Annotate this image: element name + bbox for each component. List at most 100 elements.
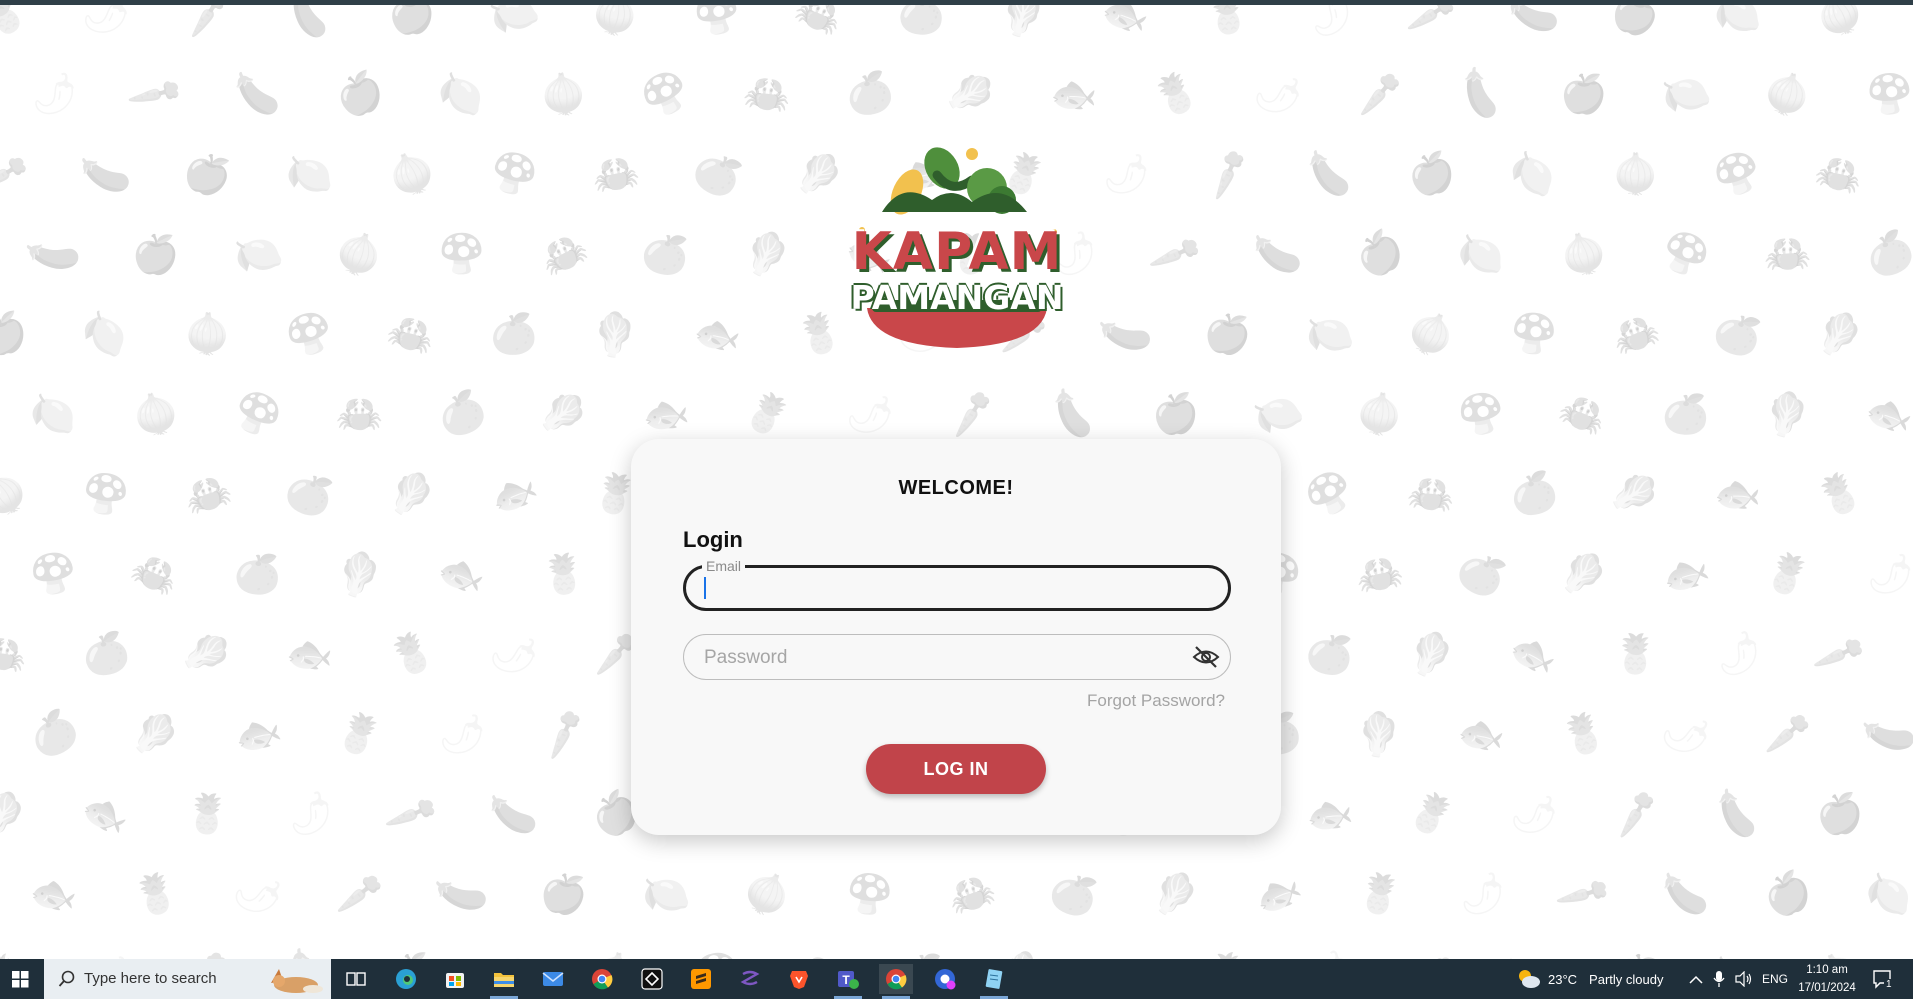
vegetable-doodle-icon: 🍎 — [1403, 147, 1460, 201]
vegetable-doodle-icon: 🍊 — [488, 310, 540, 358]
vegetable-doodle-icon: 🍋 — [482, 5, 545, 44]
chrome-icon[interactable] — [585, 964, 619, 994]
teams-icon[interactable]: T — [831, 964, 865, 999]
vegetable-doodle-icon: 🥬 — [129, 709, 182, 759]
vegetable-doodle-icon: 🍎 — [1199, 306, 1256, 362]
vegetable-doodle-icon: 🍎 — [177, 144, 239, 204]
task-view-icon[interactable] — [339, 964, 373, 994]
vegetable-doodle-icon: 🍊 — [1859, 224, 1913, 284]
microsoft-store-icon[interactable] — [438, 964, 472, 994]
vegetable-doodle-icon: 🍄 — [79, 469, 132, 519]
vegetable-doodle-icon: 🍆 — [1450, 63, 1513, 125]
vegetable-doodle-icon: 🍆 — [22, 223, 86, 285]
vegetable-doodle-icon: 🦀 — [1810, 146, 1869, 202]
vegetable-doodle-icon: 🧅 — [1809, 5, 1871, 44]
taskbar-clock[interactable]: 1:10 am 17/01/2024 — [1796, 961, 1858, 997]
vegetable-doodle-icon: 🍎 — [1757, 864, 1818, 924]
vegetable-doodle-icon: 🍄 — [1655, 224, 1716, 284]
password-field[interactable] — [683, 634, 1231, 681]
vegetable-doodle-icon: 🌶 — [1453, 867, 1511, 921]
vegetable-doodle-icon: 🥬 — [1403, 627, 1460, 681]
vegetable-doodle-icon: 🍋 — [1656, 65, 1715, 123]
vegetable-doodle-icon: 🌶 — [1655, 704, 1717, 764]
vegetable-doodle-icon: 🐟 — [285, 631, 334, 677]
vegetable-doodle-icon: 🥕 — [0, 148, 31, 200]
login-card: WELCOME! Login Email Forgot Password? LO… — [631, 439, 1281, 835]
vegetable-doodle-icon: 🍄 — [634, 63, 697, 125]
vegetable-doodle-icon: 🧅 — [127, 387, 184, 441]
language-indicator[interactable]: ENG — [1762, 959, 1788, 999]
vegetable-doodle-icon: 🥕 — [1606, 785, 1665, 843]
notepad-icon[interactable] — [977, 964, 1011, 999]
vegetable-doodle-icon: 🥬 — [1814, 310, 1865, 358]
vegetable-doodle-icon: 🧅 — [538, 70, 590, 118]
microphone-icon[interactable] — [1712, 959, 1726, 999]
vegetable-doodle-icon: 🥬 — [584, 303, 647, 365]
vegetable-doodle-icon: 🧅 — [1400, 303, 1463, 365]
email-field[interactable]: Email — [683, 558, 1231, 611]
vegetable-doodle-icon: 🐟 — [1246, 863, 1309, 925]
welcome-heading: WELCOME! — [898, 477, 1014, 499]
log-in-button[interactable]: LOG IN — [866, 744, 1046, 794]
vegetable-doodle-icon: 🥕 — [124, 63, 187, 125]
vegetable-doodle-icon: 🍋 — [285, 151, 334, 197]
brave-icon[interactable] — [782, 964, 816, 994]
forgot-password-link[interactable]: Forgot Password? — [1087, 691, 1225, 711]
vegetable-doodle-icon: 🦀 — [1552, 384, 1615, 444]
vegetable-doodle-icon: 🥕 — [1146, 226, 1205, 282]
vegetable-doodle-icon: 🌶 — [1707, 624, 1769, 684]
vegetable-doodle-icon: 🍄 — [26, 548, 81, 600]
vegetable-doodle-icon: 🍄 — [690, 948, 745, 959]
vegetable-doodle-icon: 🍄 — [227, 384, 289, 444]
sublime-text-icon[interactable] — [684, 964, 718, 994]
kapampangan-logo: KAPAM PAMANGAN — [842, 140, 1072, 355]
mail-icon[interactable] — [536, 964, 570, 994]
vegetable-doodle-icon: 🍊 — [1302, 627, 1358, 681]
vegetable-doodle-icon: 🦀 — [740, 68, 795, 120]
password-input[interactable] — [702, 635, 1186, 681]
vegetable-doodle-icon: 🍆 — [232, 70, 283, 118]
vegetable-doodle-icon: 🍋 — [26, 388, 81, 440]
show-hidden-icons-button[interactable] — [1688, 959, 1704, 999]
edge-icon[interactable] — [389, 964, 423, 994]
volume-icon[interactable] — [1734, 959, 1754, 999]
vegetable-doodle-icon: 🍊 — [637, 227, 694, 281]
eye-slash-icon[interactable] — [1192, 644, 1220, 670]
vegetable-doodle-icon: 🍊 — [1505, 466, 1563, 522]
visual-studio-icon[interactable] — [733, 964, 767, 994]
file-explorer-icon[interactable] — [487, 964, 521, 999]
capcut-icon[interactable] — [635, 964, 669, 994]
vegetable-doodle-icon: 🧅 — [587, 5, 644, 41]
vegetable-doodle-icon: 🍍 — [0, 943, 35, 959]
vegetable-doodle-icon: 🦀 — [0, 628, 31, 680]
chrome-profile-icon[interactable] — [879, 964, 913, 999]
vegetable-doodle-icon: 🍊 — [77, 627, 134, 681]
vegetable-doodle-icon: 🥬 — [0, 788, 31, 840]
vegetable-doodle-icon: 🍊 — [22, 703, 86, 765]
vegetable-doodle-icon: 🧅 — [329, 224, 390, 284]
windows-start-button[interactable] — [0, 959, 42, 999]
vegetable-doodle-icon: 🍋 — [483, 944, 544, 959]
vegetable-doodle-icon: 🌶 — [79, 5, 133, 39]
vegetable-doodle-icon: 🍍 — [1400, 783, 1463, 845]
notification-center-button[interactable]: 1 — [1872, 959, 1894, 999]
vegetable-doodle-icon: 🥬 — [387, 471, 437, 517]
vegetable-doodle-icon: 🥬 — [993, 5, 1054, 43]
vegetable-doodle-icon: 🥕 — [335, 871, 384, 917]
windows-logo-icon — [12, 971, 29, 988]
vegetable-doodle-icon: 🥬 — [994, 945, 1054, 959]
vegetable-doodle-icon: 🥬 — [941, 64, 1003, 124]
vegetable-doodle-icon: 🥕 — [1405, 5, 1459, 40]
vegetable-doodle-icon: 🦀 — [124, 543, 187, 605]
vegetable-doodle-icon: 🐟 — [1097, 946, 1155, 959]
vegetable-doodle-icon: 🍊 — [841, 66, 898, 122]
chrome-profile-2-icon[interactable] — [928, 964, 962, 994]
clock-date: 17/01/2024 — [1798, 982, 1856, 994]
vegetable-doodle-icon: 🍊 — [1708, 305, 1768, 363]
email-input[interactable] — [704, 568, 1188, 610]
vegetable-doodle-icon: 🍄 — [843, 869, 896, 919]
logo-wordmark-line2: PAMANGAN — [850, 278, 1064, 317]
taskbar-search-box[interactable]: Type here to search — [44, 959, 331, 999]
vegetable-doodle-icon: 🧅 — [1611, 151, 1661, 197]
weather-widget[interactable]: 23°C Partly cloudy — [1516, 959, 1663, 999]
